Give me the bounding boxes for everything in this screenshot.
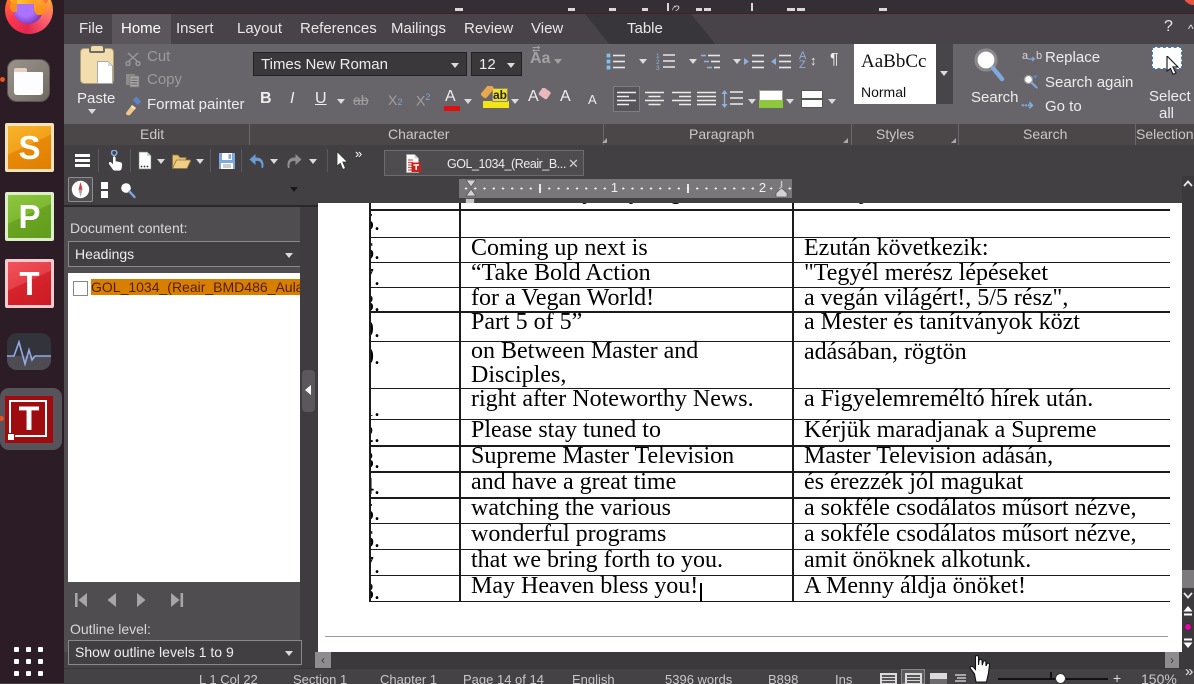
svg-text:3: 3 xyxy=(656,65,660,70)
